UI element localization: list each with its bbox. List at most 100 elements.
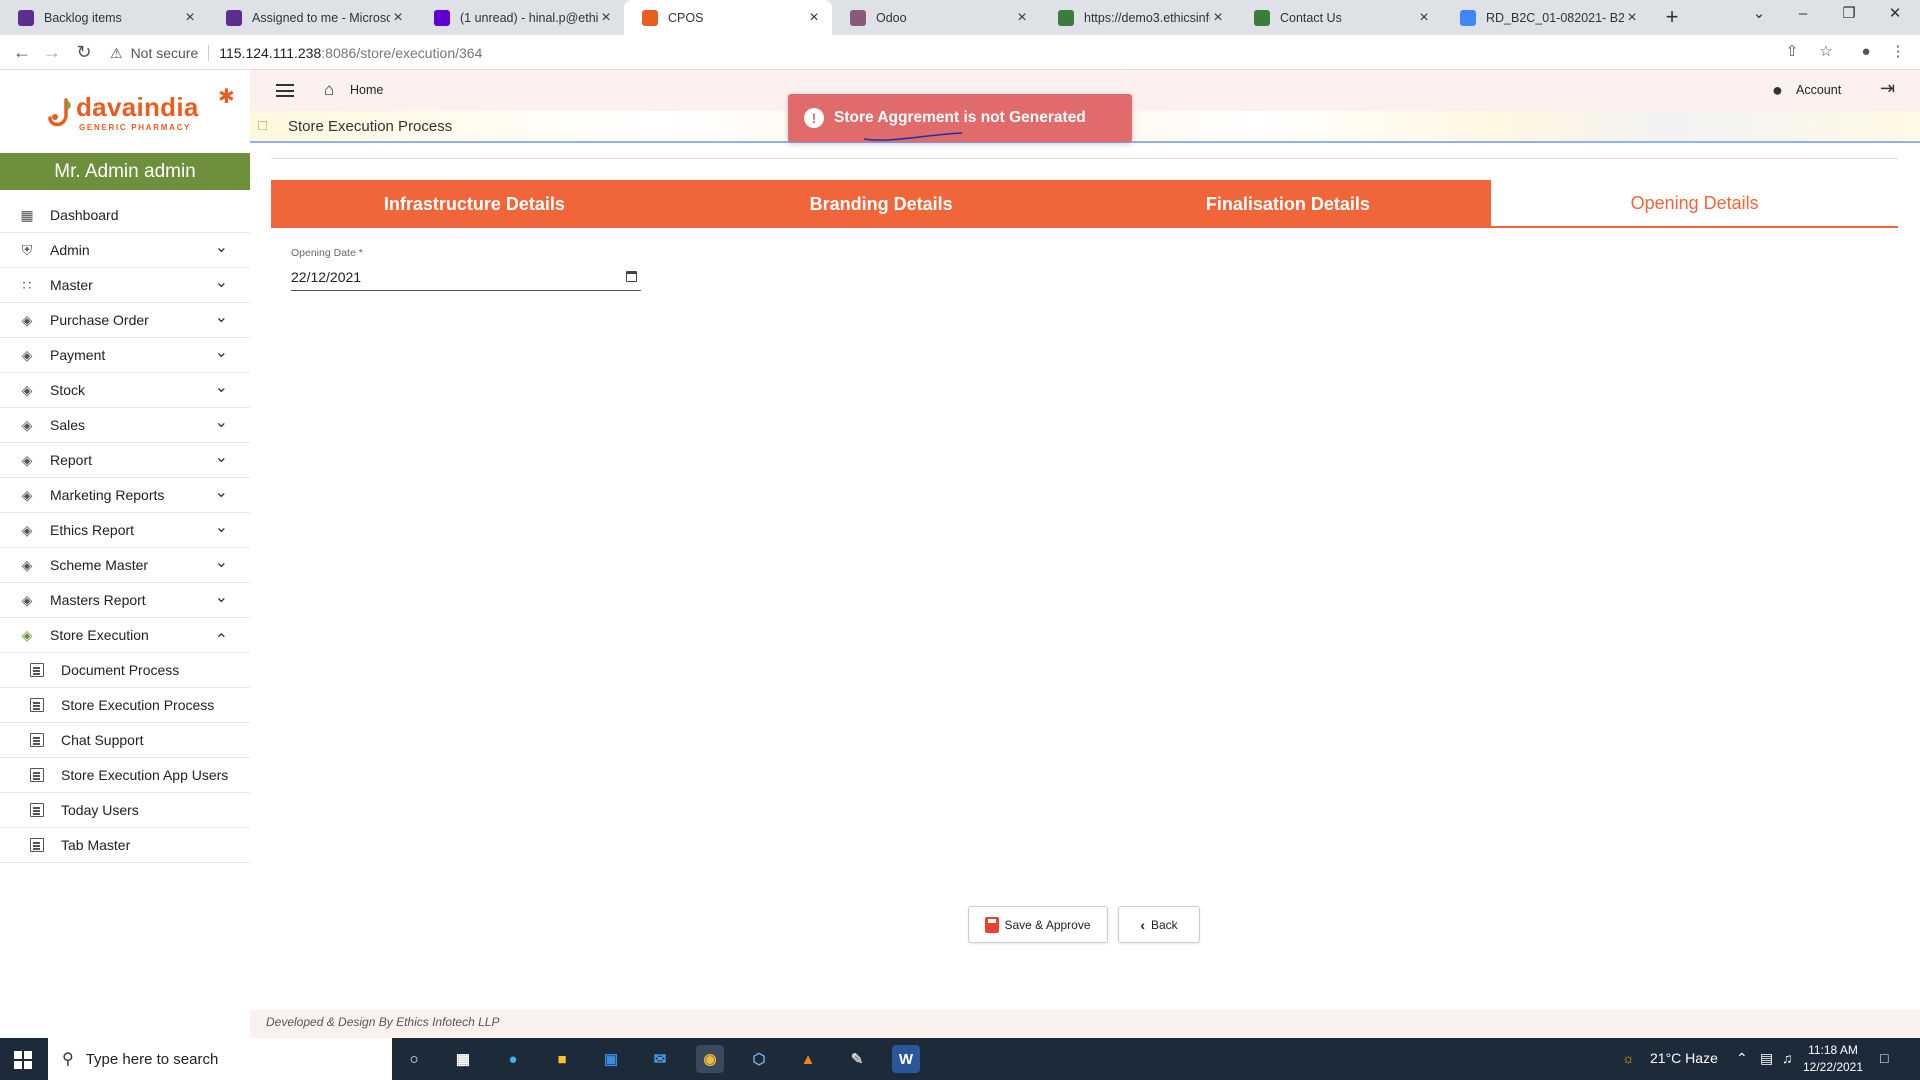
- tray-chevron-icon[interactable]: ⌃: [1736, 1050, 1748, 1067]
- chevron-down-icon[interactable]: ⌄: [215, 517, 228, 537]
- weather-text[interactable]: 21°C Haze: [1650, 1050, 1718, 1066]
- browser-tab[interactable]: Assigned to me - Microsoft ×: [208, 0, 416, 35]
- sidebar-subitem[interactable]: Store Execution Process: [0, 688, 250, 723]
- sidebar-item[interactable]: ⛨ Admin ⌄: [0, 233, 250, 268]
- account-icon[interactable]: ●: [1772, 80, 1783, 101]
- chevron-down-icon[interactable]: ⌄: [215, 552, 228, 572]
- share-icon[interactable]: ⇧: [1780, 41, 1804, 65]
- tab-close-icon[interactable]: ×: [806, 9, 822, 27]
- nox-icon[interactable]: ⬡: [745, 1045, 773, 1073]
- tab-close-icon[interactable]: ×: [598, 9, 614, 27]
- volume-icon[interactable]: ♫: [1782, 1050, 1793, 1066]
- sidebar-item[interactable]: ◈ Sales ⌄: [0, 408, 250, 443]
- tab-close-icon[interactable]: ×: [1624, 9, 1640, 27]
- chevron-down-icon[interactable]: ⌄: [1736, 0, 1782, 30]
- url-field[interactable]: ⚠ Not secure 115.124.111.238 :8086/store…: [110, 40, 1760, 66]
- browser-tab[interactable]: https://demo3.ethicsinfote×: [1040, 0, 1236, 35]
- taskbar-clock[interactable]: 11:18 AM 12/22/2021: [1800, 1042, 1866, 1076]
- new-tab-icon[interactable]: +: [1660, 0, 1684, 35]
- browser-tab[interactable]: Contact Us ×: [1236, 0, 1442, 35]
- chevron-down-icon[interactable]: ⌄: [215, 447, 228, 467]
- sidebar-item[interactable]: ◈ Store Execution ⌃: [0, 618, 250, 653]
- sidebar-item[interactable]: ∷ Master ⌄: [0, 268, 250, 303]
- sidebar-subitem[interactable]: Chat Support: [0, 723, 250, 758]
- tab-close-icon[interactable]: ×: [390, 9, 406, 27]
- browser-tab-strip: Backlog items × Assigned to me - Microsoft…: [0, 0, 1920, 35]
- mail-icon[interactable]: ✉: [646, 1045, 674, 1073]
- chevron-down-icon[interactable]: ⌄: [215, 412, 228, 432]
- chevron-down-icon[interactable]: ⌄: [215, 237, 228, 257]
- notifications-icon[interactable]: □: [1880, 1050, 1888, 1066]
- minimize-icon[interactable]: –: [1780, 0, 1826, 30]
- browser-tab[interactable]: (1 unread) - hinal.p@ethic ×: [416, 0, 624, 35]
- tab-close-icon[interactable]: ×: [182, 9, 198, 27]
- sidebar-item[interactable]: ◈ Stock ⌄: [0, 373, 250, 408]
- chevron-down-icon[interactable]: ⌄: [215, 587, 228, 607]
- weather-icon[interactable]: ☼: [1622, 1050, 1635, 1066]
- sidebar-subitem[interactable]: Today Users: [0, 793, 250, 828]
- restore-icon[interactable]: ❐: [1826, 0, 1872, 30]
- reload-icon[interactable]: ↻: [72, 41, 96, 65]
- pin-sidebar-icon[interactable]: ✱: [218, 84, 235, 109]
- tab-close-icon[interactable]: ×: [1210, 9, 1226, 27]
- browser-tab[interactable]: CPOS ×: [624, 0, 832, 35]
- cortana-icon[interactable]: ○: [400, 1045, 428, 1073]
- edge-icon[interactable]: ●: [499, 1045, 527, 1073]
- home-link[interactable]: Home: [350, 83, 383, 97]
- close-window-icon[interactable]: ✕: [1872, 0, 1918, 30]
- back-button[interactable]: ‹ Back: [1118, 906, 1200, 943]
- process-tab[interactable]: Infrastructure Details: [271, 180, 678, 228]
- windows-start-icon[interactable]: [14, 1051, 32, 1069]
- sidebar-item[interactable]: ◈ Payment ⌄: [0, 338, 250, 373]
- bookmark-star-icon[interactable]: ☆: [1814, 41, 1838, 65]
- browser-tab[interactable]: Backlog items ×: [0, 0, 208, 35]
- forward-arrow-icon[interactable]: →: [40, 41, 64, 65]
- back-arrow-icon[interactable]: ←: [10, 41, 34, 65]
- chevron-up-icon[interactable]: ⌃: [215, 630, 228, 650]
- store-icon[interactable]: ▣: [597, 1045, 625, 1073]
- browser-menu-icon[interactable]: ⋮: [1886, 41, 1910, 65]
- sidebar-subitem[interactable]: Store Execution App Users: [0, 758, 250, 793]
- flame-app-icon[interactable]: ▲: [794, 1045, 822, 1073]
- sidebar-subitem[interactable]: Tab Master: [0, 828, 250, 863]
- davaindia-logo[interactable]: davaindia GENERIC PHARMACY: [46, 90, 216, 140]
- sidebar-item[interactable]: ◈ Scheme Master ⌄: [0, 548, 250, 583]
- logout-icon[interactable]: ⇥: [1880, 78, 1895, 99]
- sidebar-item[interactable]: ▦ Dashboard: [0, 198, 250, 233]
- profile-icon[interactable]: ●: [1854, 41, 1878, 65]
- chrome-icon[interactable]: ◉: [696, 1045, 724, 1073]
- home-icon[interactable]: ⌂: [324, 80, 334, 100]
- brand-subtitle: GENERIC PHARMACY: [79, 123, 192, 132]
- opening-date-field[interactable]: Opening Date * 22/12/2021: [291, 247, 641, 291]
- process-tab[interactable]: Finalisation Details: [1084, 180, 1492, 228]
- chevron-down-icon[interactable]: ⌄: [215, 272, 228, 292]
- sidebar-subitem[interactable]: Document Process: [0, 653, 250, 688]
- sidebar-item[interactable]: ◈ Report ⌄: [0, 443, 250, 478]
- file-explorer-icon[interactable]: ■: [548, 1045, 576, 1073]
- sidebar-item[interactable]: ◈ Purchase Order ⌄: [0, 303, 250, 338]
- task-view-icon[interactable]: ▦: [449, 1045, 477, 1073]
- chevron-down-icon[interactable]: ⌄: [215, 482, 228, 502]
- sidebar-item[interactable]: ◈ Masters Report ⌄: [0, 583, 250, 618]
- browser-tab[interactable]: RD_B2C_01-082021- B2C A×: [1442, 0, 1650, 35]
- word-icon[interactable]: W: [892, 1045, 920, 1073]
- taskbar-search-box[interactable]: ⚲ Type here to search: [48, 1038, 392, 1080]
- account-link[interactable]: Account: [1796, 83, 1841, 97]
- save-approve-button[interactable]: Save & Approve: [968, 906, 1108, 943]
- browser-tab-label: (1 unread) - hinal.p@ethic: [460, 10, 598, 25]
- paint-icon[interactable]: ✎: [843, 1045, 871, 1073]
- hamburger-menu-icon[interactable]: [276, 84, 294, 97]
- chevron-down-icon[interactable]: ⌄: [215, 307, 228, 327]
- tab-close-icon[interactable]: ×: [1416, 9, 1432, 27]
- chevron-down-icon[interactable]: ⌄: [215, 342, 228, 362]
- chevron-down-icon[interactable]: ⌄: [215, 377, 228, 397]
- process-tab[interactable]: Opening Details: [1491, 180, 1898, 228]
- process-tab[interactable]: Branding Details: [677, 180, 1085, 228]
- network-icon[interactable]: ▤: [1760, 1050, 1773, 1067]
- sidebar-item[interactable]: ◈ Ethics Report ⌄: [0, 513, 250, 548]
- calendar-icon[interactable]: [626, 271, 637, 282]
- browser-tab[interactable]: Odoo ×: [832, 0, 1040, 35]
- opening-date-input[interactable]: 22/12/2021: [291, 265, 641, 291]
- tab-close-icon[interactable]: ×: [1014, 9, 1030, 27]
- sidebar-item[interactable]: ◈ Marketing Reports ⌄: [0, 478, 250, 513]
